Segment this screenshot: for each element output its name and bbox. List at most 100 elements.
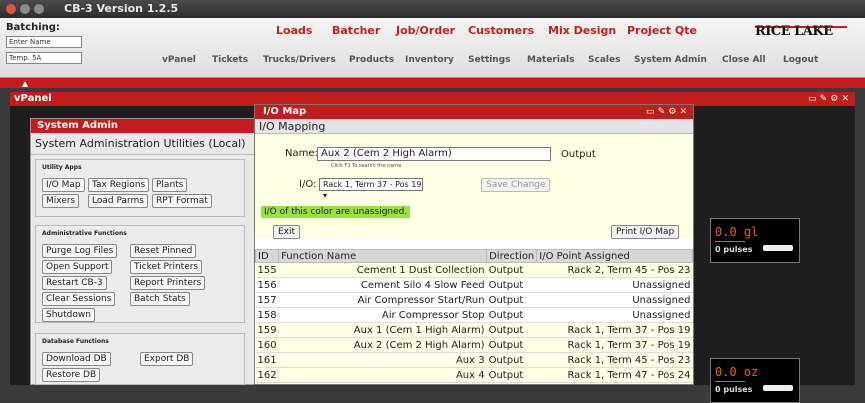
nav-settings[interactable]: Settings — [468, 55, 510, 65]
nav-customers[interactable]: Customers — [468, 24, 534, 37]
nav-tickets[interactable]: Tickets — [212, 55, 248, 65]
table-row[interactable]: 160 Aux 2 (Cem 2 High Alarm) Output Rack 1,… — [255, 337, 693, 353]
table-row[interactable]: 158 Air Compressor Stop Output Unassigned — [255, 307, 693, 323]
nav-vpanel[interactable]: vPanel — [162, 55, 196, 65]
nav-products[interactable]: Products — [349, 55, 394, 65]
batch-stats-button[interactable]: Batch Stats — [130, 292, 190, 306]
io-label: I/O: — [299, 179, 317, 190]
close-window-button[interactable] — [6, 4, 16, 14]
tax-regions-button[interactable]: Tax Regions — [88, 178, 150, 192]
function-name-cell: Aux 1 (Cem 1 High Alarm) — [278, 322, 487, 338]
report-printers-button[interactable]: Report Printers — [130, 276, 206, 290]
minimize-window-button[interactable] — [20, 4, 30, 14]
batch-temp-field[interactable]: Temp. 5A — [6, 52, 82, 64]
gauge-underline — [715, 241, 745, 242]
section-title: Utility Apps — [42, 164, 82, 171]
section-title: Database Functions — [42, 338, 109, 345]
download-db-button[interactable]: Download DB — [42, 352, 111, 366]
nav-logout[interactable]: Logout — [783, 55, 818, 65]
open-support-button[interactable]: Open Support — [42, 260, 113, 274]
gauge-toggle[interactable] — [763, 245, 793, 251]
io-point-select[interactable]: Rack 1, Term 37 - Pos 19 ▾ — [319, 178, 423, 200]
os-title-bar: CB-3 Version 1.2.5 — [0, 0, 865, 18]
id-cell: 156 — [255, 277, 279, 293]
header-divider — [0, 78, 865, 88]
shutdown-button[interactable]: Shutdown — [42, 308, 95, 322]
table-row[interactable]: 162 Aux 4 Output Rack 1, Term 47 - Pos 24 — [255, 367, 693, 383]
io-point-cell: Rack 2, Term 45 - Pos 23 — [536, 262, 693, 278]
direction-cell: Output — [486, 292, 537, 308]
nav-close-all[interactable]: Close All — [722, 55, 766, 65]
system-admin-title: System Admin — [31, 119, 279, 133]
id-cell: 161 — [255, 352, 279, 368]
restore-db-button[interactable]: Restore DB — [42, 368, 101, 382]
save-change-button[interactable]: Save Change — [481, 178, 551, 192]
table-row[interactable]: 157 Air Compressor Start/Run Output Unassig… — [255, 292, 693, 308]
gauge-panel: 0.0 oz 0 pulses — [710, 358, 800, 403]
load-parms-button[interactable]: Load Parms — [88, 194, 148, 208]
gauge-underline — [715, 381, 745, 382]
io-map-title-bar: I/O Map ▭ ✎ ⚙ ✕ — [255, 105, 693, 119]
ticket-printers-button[interactable]: Ticket Printers — [130, 260, 203, 274]
database-functions-section: Database Functions Download DB Export DB… — [35, 333, 245, 385]
direction-cell: Output — [486, 277, 537, 293]
nav-batcher[interactable]: Batcher — [332, 24, 380, 37]
io-map-window: I/O Map ▭ ✎ ⚙ ✕ I/O Mapping Name: Aux 2 … — [254, 104, 694, 385]
clear-sessions-button[interactable]: Clear Sessions — [42, 292, 116, 306]
batch-name-field[interactable]: Enter Name — [6, 36, 82, 48]
io-table: ID Function Name Direction I/O Point Ass… — [254, 249, 693, 383]
nav-project-qte[interactable]: Project Qte — [627, 24, 697, 37]
nav-inventory[interactable]: Inventory — [405, 55, 454, 65]
nav-materials[interactable]: Materials — [527, 55, 574, 65]
maximize-window-button[interactable] — [34, 4, 44, 14]
print-io-map-button[interactable]: Print I/O Map — [611, 225, 680, 239]
direction-cell: Output — [486, 367, 537, 383]
system-admin-subtitle: System Administration Utilities (Local) — [31, 133, 279, 155]
rpt-format-button[interactable]: RPT Format — [152, 194, 212, 208]
nav-trucks-drivers[interactable]: Trucks/Drivers — [263, 55, 336, 65]
section-title: Administrative Functions — [42, 230, 127, 237]
export-db-button[interactable]: Export DB — [140, 352, 194, 366]
vpanel-title: vPanel — [14, 93, 52, 104]
io-map-button[interactable]: I/O Map — [42, 178, 85, 192]
window-title: CB-3 Version 1.2.5 — [64, 2, 179, 15]
gauge-panel: 0.0 gl 0 pulses — [710, 218, 800, 263]
nav-scales[interactable]: Scales — [588, 55, 620, 65]
gauge-toggle[interactable] — [763, 385, 793, 391]
nav-mix-design[interactable]: Mix Design — [548, 24, 616, 37]
nav-job-order[interactable]: Job/Order — [396, 24, 455, 37]
restart-cb3-button[interactable]: Restart CB-3 — [42, 276, 107, 290]
name-input[interactable]: Aux 2 (Cem 2 High Alarm) — [317, 147, 551, 161]
direction-value: Output — [561, 149, 596, 160]
exit-button[interactable]: Exit — [273, 225, 301, 239]
purge-log-files-button[interactable]: Purge Log Files — [42, 244, 118, 258]
gauge-value: 0.0 gl — [715, 225, 759, 239]
table-row[interactable]: 159 Aux 1 (Cem 1 High Alarm) Output Rack 1,… — [255, 322, 693, 338]
io-map-window-icons[interactable]: ▭ ✎ ⚙ ✕ — [646, 105, 687, 119]
function-name-cell: Aux 3 — [278, 352, 487, 368]
mixers-button[interactable]: Mixers — [42, 194, 80, 208]
nav-system-admin[interactable]: System Admin — [634, 55, 707, 65]
io-point-column-header[interactable]: I/O Point Assigned — [536, 249, 693, 263]
name-hint: Click F3 To search the name — [331, 163, 402, 169]
direction-column-header[interactable]: Direction — [486, 249, 538, 263]
utility-apps-section: Utility Apps I/O Map Tax Regions Plants … — [35, 159, 245, 217]
io-point-cell: Unassigned — [536, 277, 693, 293]
direction-cell: Output — [486, 262, 537, 278]
direction-cell: Output — [486, 352, 537, 368]
io-map-title: I/O Map — [263, 106, 307, 117]
id-column-header[interactable]: ID — [254, 249, 280, 263]
vpanel-window-icons[interactable]: ▭ ✎ ⚙ ✕ — [808, 92, 849, 106]
admin-functions-section: Administrative Functions Purge Log Files… — [35, 225, 245, 323]
collapse-arrow-icon[interactable]: ▲ — [22, 79, 28, 88]
table-row[interactable]: 161 Aux 3 Output Rack 1, Term 45 - Pos 23 — [255, 352, 693, 368]
nav-loads[interactable]: Loads — [276, 24, 312, 37]
table-row[interactable]: 156 Cement Silo 4 Slow Feed Output Unassign… — [255, 277, 693, 293]
function-name-cell: Aux 2 (Cem 2 High Alarm) — [278, 337, 487, 353]
plants-button[interactable]: Plants — [152, 178, 188, 192]
function-name-column-header[interactable]: Function Name — [278, 249, 488, 263]
name-label: Name: — [285, 148, 318, 159]
table-row[interactable]: 155 Cement 1 Dust Collection Output Rack 2,… — [255, 262, 693, 278]
reset-pinned-button[interactable]: Reset Pinned — [130, 244, 197, 258]
io-point-cell: Rack 1, Term 45 - Pos 23 — [536, 352, 693, 368]
